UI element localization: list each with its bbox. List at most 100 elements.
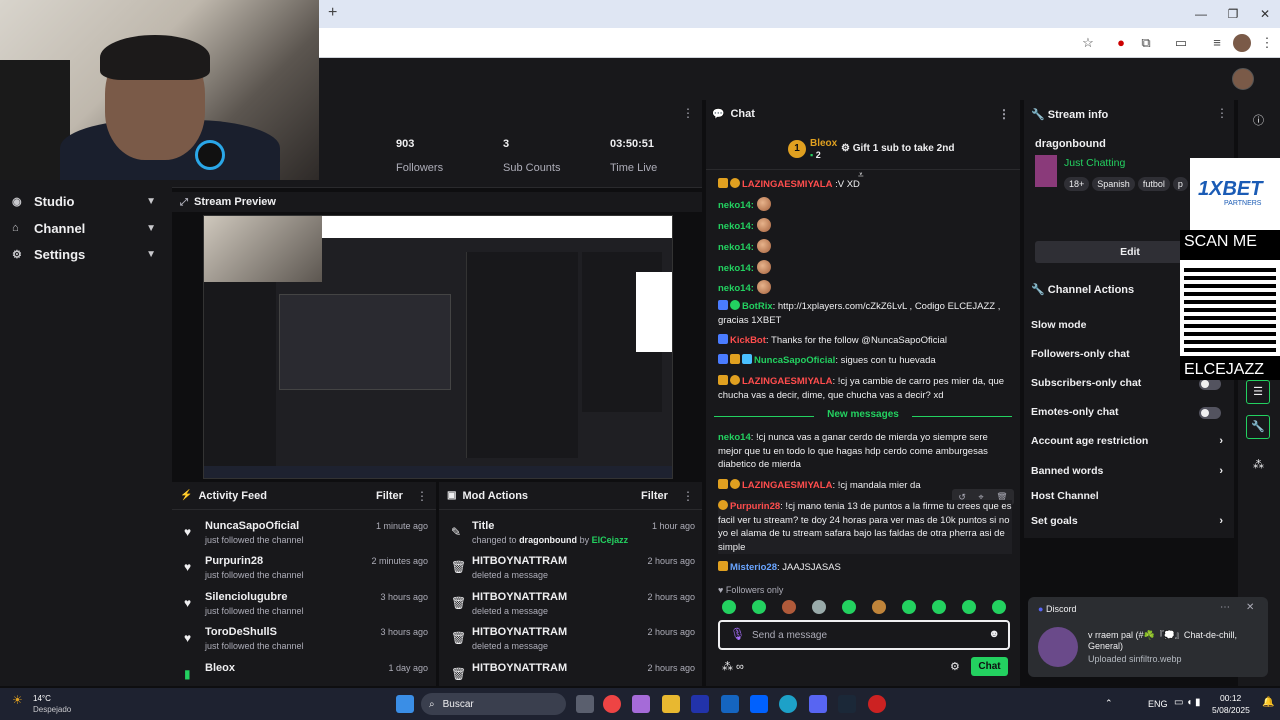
file-explorer-icon[interactable] bbox=[662, 695, 680, 713]
mod-filter-button[interactable]: Filter bbox=[641, 490, 668, 502]
nav-settings[interactable]: ⚙ Settings ▼ bbox=[12, 243, 162, 265]
minimize-icon[interactable]: — bbox=[1186, 4, 1216, 24]
chat-settings-icon[interactable]: ⚙ bbox=[950, 660, 960, 673]
network-volume-icons[interactable]: ▭ ◖ ▮ bbox=[1174, 697, 1201, 708]
emote-icon[interactable] bbox=[992, 600, 1006, 614]
chat-username[interactable]: LAZINGAESMIYALA bbox=[742, 179, 832, 190]
nav-studio[interactable]: ◉ Studio ▼ bbox=[12, 190, 162, 212]
action-host-channel[interactable]: Host Channel bbox=[1031, 490, 1227, 506]
store-icon[interactable] bbox=[691, 695, 709, 713]
steam-icon[interactable] bbox=[838, 695, 856, 713]
chat-username[interactable]: neko14: bbox=[718, 221, 754, 232]
taskbar-search[interactable]: ⌕ Buscar bbox=[421, 693, 566, 715]
stream-preview-video[interactable] bbox=[203, 215, 673, 479]
emote-icon[interactable] bbox=[722, 600, 736, 614]
edge-icon[interactable] bbox=[779, 695, 797, 713]
category-name[interactable]: Just Chatting bbox=[1064, 157, 1125, 169]
chat-tools-icon[interactable]: ⁂ ∞ bbox=[722, 660, 744, 673]
list-item[interactable]: 🗑 HITBOYNATTRAM deleted a message 2 hour… bbox=[449, 626, 699, 656]
chat-username[interactable]: neko14: bbox=[718, 200, 754, 211]
action-emotes-only[interactable]: Emotes-only chat bbox=[1031, 406, 1227, 422]
opera-icon[interactable] bbox=[868, 695, 886, 713]
chat-username[interactable]: neko14: bbox=[718, 242, 754, 253]
list-item[interactable]: ♥ Silenciolugubre just followed the chan… bbox=[182, 591, 432, 621]
extensions-icon[interactable]: ⧉ bbox=[1137, 34, 1155, 52]
activity-menu-icon[interactable]: ⋮ bbox=[416, 489, 428, 503]
extension-opera-icon[interactable]: ● bbox=[1112, 34, 1130, 52]
studio-icon: ◉ bbox=[12, 195, 22, 208]
chat-menu-icon[interactable]: ⋮ bbox=[998, 107, 1010, 121]
action-set-goals[interactable]: Set goals › bbox=[1031, 515, 1227, 531]
activity-filter-button[interactable]: Filter bbox=[376, 490, 403, 502]
list-item[interactable]: ♥ NuncaSapoOficial just followed the cha… bbox=[182, 520, 432, 550]
chat-message: Misterio28: JAAJSJASAS bbox=[718, 561, 1012, 575]
chat-username[interactable]: BotRix bbox=[742, 301, 773, 312]
list-item[interactable]: 🗑 HITBOYNATTRAM deleted a message 2 hour… bbox=[449, 591, 699, 621]
emotes-only-toggle[interactable] bbox=[1199, 407, 1221, 419]
chat-username[interactable]: neko14: bbox=[718, 283, 754, 294]
tray-chevron-icon[interactable]: ⌃ bbox=[1105, 698, 1113, 709]
cast-icon[interactable]: ▭ bbox=[1172, 34, 1190, 52]
stream-info-menu-icon[interactable]: ⋮ bbox=[1216, 106, 1228, 120]
user-avatar[interactable] bbox=[1232, 68, 1254, 90]
chat-username[interactable]: neko14 bbox=[718, 432, 751, 443]
chat-username[interactable]: neko14: bbox=[718, 263, 754, 274]
dropbox-icon[interactable] bbox=[750, 695, 768, 713]
weather-icon[interactable]: ☀ bbox=[12, 693, 23, 707]
emote-icon[interactable] bbox=[752, 600, 766, 614]
info-icon[interactable]: ⓘ bbox=[1253, 112, 1264, 128]
discord-notification[interactable]: ● Discord ⋯ ✕ v rraem pal (#☘️『💭』Chat-de… bbox=[1028, 597, 1268, 677]
close-icon[interactable]: ✕ bbox=[1246, 602, 1254, 613]
outlook-icon[interactable] bbox=[721, 695, 739, 713]
wrench-icon[interactable]: 🔧 bbox=[1246, 415, 1270, 439]
stats-menu-icon[interactable]: ⋮ bbox=[682, 106, 694, 120]
emote-icon[interactable] bbox=[782, 600, 796, 614]
list-item[interactable]: ♥ ToroDeShullS just followed the channel… bbox=[182, 626, 432, 656]
emote-icon[interactable] bbox=[902, 600, 916, 614]
app-icon[interactable] bbox=[632, 695, 650, 713]
bookmark-star-icon[interactable]: ☆ bbox=[1079, 34, 1097, 52]
community-icon[interactable]: ⁂ bbox=[1253, 458, 1264, 471]
chat-username[interactable]: LAZINGAESMIYALA bbox=[742, 376, 832, 387]
chat-username[interactable]: Misterio28 bbox=[730, 562, 777, 573]
task-view-icon[interactable] bbox=[576, 695, 594, 713]
nav-channel[interactable]: ⌂ Channel ▼ bbox=[12, 217, 162, 239]
chat-username[interactable]: LAZINGAESMIYALA bbox=[742, 480, 832, 491]
more-menu-icon[interactable]: ⋮ bbox=[1258, 34, 1276, 52]
list-item[interactable]: ♥ Purpurin28 just followed the channel 2… bbox=[182, 555, 432, 585]
emoji-icon[interactable]: ☻ bbox=[988, 628, 1000, 640]
microphone-icon[interactable]: 🎙 bbox=[730, 627, 745, 641]
mod-menu-icon[interactable]: ⋮ bbox=[682, 489, 694, 503]
emote-icon[interactable] bbox=[962, 600, 976, 614]
preview-qr bbox=[636, 272, 672, 352]
chat-message-input[interactable] bbox=[752, 628, 972, 642]
chat-send-button[interactable]: Chat bbox=[971, 657, 1008, 676]
emote-icon[interactable] bbox=[872, 600, 886, 614]
action-account-age[interactable]: Account age restriction › bbox=[1031, 435, 1227, 451]
chat-username[interactable]: Purpurin28 bbox=[730, 501, 780, 512]
notification-bell-icon[interactable]: 🔔 bbox=[1262, 697, 1274, 708]
chat-input-box[interactable]: 🎙 ☻ bbox=[718, 620, 1010, 650]
clock-time[interactable]: 00:12 bbox=[1220, 693, 1241, 703]
chat-username[interactable]: NuncaSapoOficial bbox=[754, 355, 835, 366]
new-tab-button[interactable]: + bbox=[328, 4, 337, 22]
profile-avatar-icon[interactable] bbox=[1233, 34, 1251, 52]
reading-list-icon[interactable]: ≡ bbox=[1208, 34, 1226, 52]
language-indicator[interactable]: ENG bbox=[1148, 699, 1168, 709]
list-item[interactable]: 🗑 HITBOYNATTRAM deleted a message 2 hour… bbox=[449, 555, 699, 585]
discord-taskbar-icon[interactable] bbox=[809, 695, 827, 713]
list-item[interactable]: ✎ Title changed to dragonbound by ElCeja… bbox=[449, 520, 699, 550]
list-icon[interactable]: ☰ bbox=[1246, 380, 1270, 404]
new-messages-divider[interactable]: New messages bbox=[714, 409, 1012, 423]
close-window-icon[interactable]: ✕ bbox=[1250, 4, 1280, 24]
emote-icon[interactable] bbox=[842, 600, 856, 614]
windows-start-icon[interactable] bbox=[396, 695, 414, 713]
chat-username[interactable]: KickBot bbox=[730, 335, 766, 346]
maximize-icon[interactable]: ❐ bbox=[1218, 4, 1248, 24]
emote-icon[interactable] bbox=[812, 600, 826, 614]
chrome-icon[interactable] bbox=[603, 695, 621, 713]
notification-more-icon[interactable]: ⋯ bbox=[1220, 602, 1230, 613]
action-banned-words[interactable]: Banned words › bbox=[1031, 465, 1227, 481]
emote-icon[interactable] bbox=[932, 600, 946, 614]
clock-date[interactable]: 5/08/2025 bbox=[1212, 705, 1250, 715]
